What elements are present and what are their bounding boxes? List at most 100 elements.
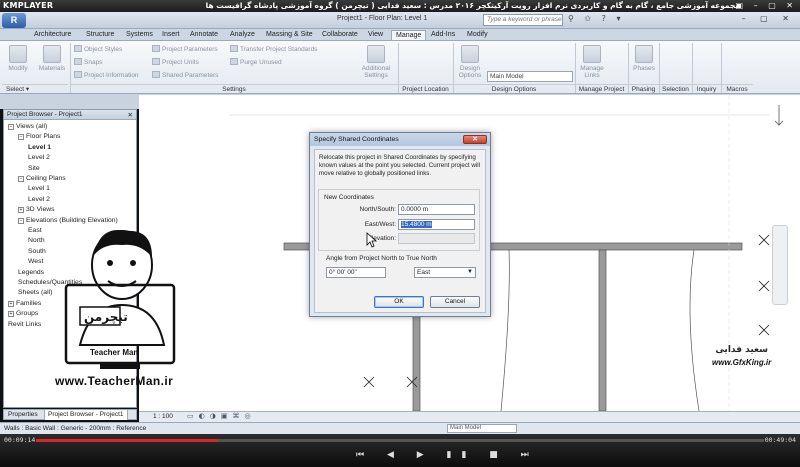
modify-cursor-icon	[9, 45, 27, 63]
cancel-button[interactable]: Cancel	[430, 296, 480, 308]
ribbon-tabs: Architecture Structure Systems Insert An…	[0, 29, 800, 40]
selection-panel-label: Selection	[659, 84, 692, 94]
manage-links-button[interactable]: Manage Links	[578, 45, 606, 79]
tree-item[interactable]: Sheets (all)	[18, 289, 52, 296]
tab-massing-site[interactable]: Massing & Site	[262, 30, 317, 40]
tree-item[interactable]: West	[28, 258, 43, 265]
design-options-panel-label: Design Options	[453, 84, 575, 94]
playback-controls[interactable]: ⏮ ◀ ▶ ▮▮ ■ ⏭	[356, 450, 539, 460]
tree-item[interactable]: South	[28, 248, 46, 255]
tree-item[interactable]: +3D Views	[18, 206, 55, 214]
transfer-standards-icon	[230, 45, 238, 52]
tab-modify[interactable]: Modify	[463, 30, 492, 40]
tree-item[interactable]: − Ceiling Plans	[18, 175, 66, 182]
tree-item[interactable]: − Views (all)	[8, 123, 47, 130]
tab-analyze[interactable]: Analyze	[226, 30, 259, 40]
mouse-cursor-icon	[366, 232, 378, 248]
tab-structure[interactable]: Structure	[82, 30, 118, 40]
select-panel-label[interactable]: Select ▾	[2, 84, 68, 94]
collapse-icon[interactable]: −	[8, 124, 14, 130]
design-options-button[interactable]: Design Options	[455, 45, 485, 79]
snaps-icon	[74, 58, 82, 65]
tab-insert[interactable]: Insert	[158, 30, 184, 40]
tab-project-browser[interactable]: Project Browser - Project1	[44, 410, 128, 420]
tab-collaborate[interactable]: Collaborate	[318, 30, 362, 40]
tree-item[interactable]: − Floor Plans	[18, 133, 61, 141]
tree-item[interactable]: North	[28, 237, 45, 244]
collapse-icon[interactable]: −	[18, 217, 24, 224]
tab-add-ins[interactable]: Add-Ins	[427, 30, 459, 40]
design-option-select[interactable]: Main Model	[487, 71, 573, 82]
object-styles-button[interactable]: Object Styles	[74, 45, 122, 53]
tree-item[interactable]: Level 1	[28, 185, 50, 192]
application-menu-button[interactable]: R	[2, 13, 26, 28]
north-south-field[interactable]: 0.0000 m	[398, 204, 475, 215]
expand-icon[interactable]: +	[8, 300, 14, 307]
ribbon-panel: Modify Materials Object Styles Snaps Pro…	[0, 40, 800, 94]
tab-properties[interactable]: Properties	[5, 410, 41, 420]
tree-item[interactable]: + Groups	[8, 310, 38, 318]
dialog-close-button[interactable]: ✕	[463, 135, 487, 144]
tab-annotate[interactable]: Annotate	[186, 30, 222, 40]
manage-project-panel-label: Manage Project	[575, 84, 628, 94]
tree-item[interactable]: Level 2	[28, 154, 50, 161]
project-information-button[interactable]: Project Information	[74, 71, 139, 79]
tab-architecture[interactable]: Architecture	[30, 30, 75, 40]
phases-icon	[635, 45, 653, 63]
tab-view[interactable]: View	[364, 30, 387, 40]
tree-item[interactable]: + Families	[8, 300, 41, 307]
tree-item-label: Families	[16, 299, 42, 307]
tree-item[interactable]: Legends	[18, 269, 44, 276]
modify-button[interactable]: Modify	[4, 45, 32, 72]
tree-item[interactable]: Level 2	[28, 196, 50, 203]
tree-item[interactable]: East	[28, 227, 42, 234]
project-units-button[interactable]: Project Units	[152, 58, 199, 66]
snaps-button[interactable]: Snaps	[74, 58, 102, 66]
tree-item-label: Legends	[18, 268, 45, 276]
player-logo: KMPLAYER	[3, 1, 54, 10]
view-scale[interactable]: 1 : 100	[153, 413, 173, 420]
seek-bar[interactable]	[36, 439, 764, 442]
additional-settings-button[interactable]: Additional Settings	[356, 45, 396, 79]
collapse-icon[interactable]: −	[18, 176, 24, 182]
transfer-project-standards-button[interactable]: Transfer Project Standards	[230, 45, 317, 53]
infocenter-icons[interactable]: ⚲ ✩ ? ▾	[568, 14, 624, 23]
macros-panel-label: Macros	[721, 84, 753, 94]
phases-button[interactable]: Phases	[630, 45, 658, 72]
player-window-controls[interactable]: ▣ – ▢ ✕	[736, 1, 797, 10]
materials-button[interactable]: Materials	[38, 45, 66, 72]
collapse-icon[interactable]: −	[18, 134, 24, 141]
angle-label: Angle from Project North to True North	[326, 255, 437, 262]
tree-item[interactable]: Revit Links	[8, 321, 41, 328]
ok-button[interactable]: OK	[374, 296, 424, 308]
angle-field[interactable]: 0° 00' 00"	[326, 267, 386, 278]
tree-item-label: Floor Plans	[26, 133, 61, 141]
expand-icon[interactable]: +	[8, 311, 14, 318]
revit-window-controls[interactable]: – ▢ ✕	[742, 14, 795, 23]
purge-unused-icon	[230, 58, 238, 65]
east-west-label: East/West:	[364, 221, 396, 228]
purge-unused-button[interactable]: Purge Unused	[230, 58, 282, 66]
additional-settings-icon	[367, 45, 385, 63]
east-west-field[interactable]: 15.4800 m	[398, 219, 475, 230]
project-units-icon	[152, 58, 160, 65]
shared-parameters-icon	[152, 71, 160, 78]
gfxking-url: www.GfxKing.ir	[712, 358, 772, 367]
close-icon[interactable]: ✕	[128, 111, 133, 119]
tree-item-label: Level 2	[28, 195, 50, 203]
search-input[interactable]: Type a keyword or phrase	[483, 14, 563, 26]
expand-icon[interactable]: +	[18, 207, 24, 214]
shared-parameters-button[interactable]: Shared Parameters	[152, 71, 218, 79]
player-control-bar: 00:09:14 00:49:04 ⏮ ◀ ▶ ▮▮ ■ ⏭	[0, 434, 800, 467]
tab-manage[interactable]: Manage	[391, 30, 427, 40]
project-parameters-button[interactable]: Project Parameters	[152, 45, 218, 53]
tree-item[interactable]: Level 1	[28, 144, 51, 151]
view-control-icons[interactable]: ▭◐◑▣⌘◎	[187, 412, 256, 420]
tab-systems[interactable]: Systems	[122, 30, 157, 40]
player-title-bar: KMPLAYER مجموعه آموزشی جامع ، گام به گام…	[0, 0, 800, 12]
tree-item[interactable]: − Elevations (Building Elevation)	[18, 217, 118, 224]
status-model-select[interactable]: Main Model	[447, 424, 517, 433]
direction-select[interactable]: East ▼	[414, 267, 476, 278]
navigation-bar[interactable]	[772, 225, 788, 305]
tree-item[interactable]: Site	[28, 165, 40, 172]
